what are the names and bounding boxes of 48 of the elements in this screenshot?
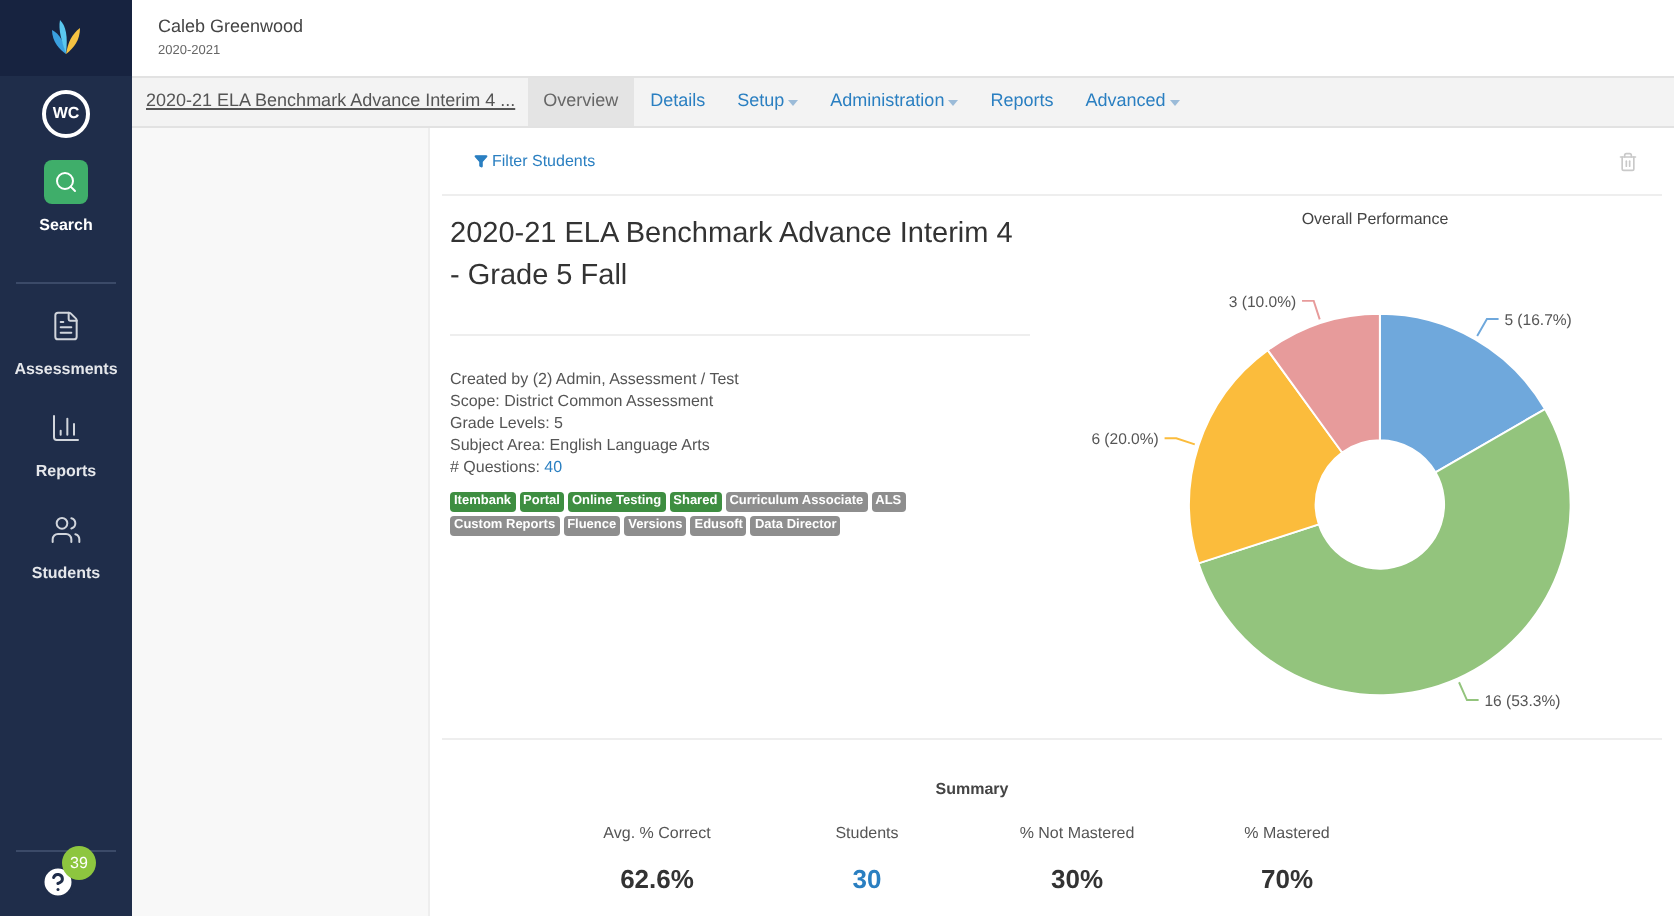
bar-chart-icon (49, 412, 82, 444)
data-label: 16 (53.3%) (1484, 691, 1561, 710)
stat-label: % Mastered (1244, 822, 1330, 846)
leader-line (1301, 299, 1321, 321)
tab[interactable]: Reports (974, 78, 1070, 126)
nav-item[interactable]: Assessments (14, 304, 118, 382)
stat-link[interactable]: 30 (852, 860, 882, 899)
stat-value: 30% (1050, 862, 1104, 898)
search-icon (54, 170, 78, 194)
people-icon (49, 514, 82, 546)
leader-line (1476, 318, 1500, 337)
nav-item[interactable]: Students (31, 508, 101, 586)
tab[interactable]: Overview (527, 78, 635, 126)
data-label: 3 (10.0%) (1228, 292, 1297, 311)
stat-value: 62.6% (620, 862, 694, 898)
nav-item[interactable]: Reports (35, 406, 97, 484)
data-label: 5 (16.7%) (1504, 310, 1572, 329)
assessment-title: 2020-21 ELA Benchmark Advance Interim 4 - Grade 5 Fall (450, 214, 1030, 336)
document-icon (50, 310, 82, 342)
nav-item[interactable]: Search (39, 160, 93, 238)
caret-icon (948, 99, 959, 105)
tab[interactable]: Administration (814, 78, 975, 126)
summary-title: Summary (935, 778, 1009, 802)
tab[interactable]: Setup (721, 78, 815, 126)
caret-icon (1169, 99, 1180, 105)
chart-title: Overall Performance (1301, 208, 1449, 232)
user-avatar[interactable]: WC (42, 90, 90, 138)
stat-label: % Not Mastered (1019, 822, 1135, 846)
detail-text: Subject Area: English Language Arts (450, 434, 712, 456)
stat-value: 70% (1260, 862, 1314, 898)
leader-line (1163, 437, 1196, 446)
detail-text: Created by (2) Admin, Assessment / Test (450, 368, 741, 390)
filter-icon (474, 154, 488, 168)
stat-label: Avg. % Correct (603, 822, 711, 846)
data-label: 6 (20.0%) (1091, 430, 1159, 449)
leader-line (1458, 681, 1480, 701)
logo-icon (48, 18, 84, 58)
stat-label: Students (835, 822, 899, 846)
questions-count: # Questions: 40 (450, 456, 565, 478)
detail-text: Grade Levels: 5 (450, 412, 565, 434)
tab[interactable]: Details (634, 78, 722, 126)
tab[interactable]: Advanced (1069, 78, 1196, 126)
filter-students-link[interactable]: Filter Students (474, 149, 596, 173)
user-name: Caleb Greenwood (158, 18, 306, 36)
caret-icon (788, 99, 799, 105)
detail-text: Scope: District Common Assessment (450, 390, 716, 412)
assessment-title-link[interactable]: 2020-21 ELA Benchmark Advance Interim 4 ... (132, 78, 528, 126)
notification-badge: 39 (62, 846, 96, 880)
